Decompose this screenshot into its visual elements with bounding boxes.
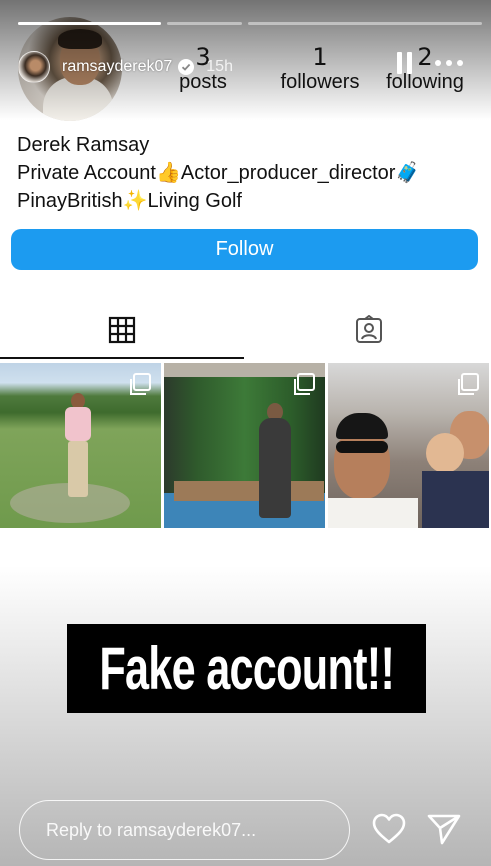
golf-photo[interactable]	[0, 363, 161, 528]
stat-followers-label: followers	[280, 71, 360, 93]
story-username[interactable]: ramsayderek07	[62, 58, 172, 76]
tagged-icon	[355, 315, 382, 343]
story-progress	[18, 22, 482, 25]
profile-bio: Derek Ramsay Private Account👍Actor_produ…	[17, 131, 420, 215]
bio-line: Private Account👍Actor_producer_director🧳	[17, 162, 421, 184]
tab-grid[interactable]	[0, 300, 244, 360]
active-tab-indicator	[0, 357, 244, 359]
fake-account-sticker: Fake account!!	[67, 624, 426, 713]
story-controls	[397, 52, 463, 74]
more-icon[interactable]	[435, 60, 463, 66]
profile-tabs	[0, 300, 491, 362]
photo-grid	[0, 363, 491, 528]
sticker-text: Fake account!!	[99, 635, 395, 702]
follow-button[interactable]: Follow	[11, 229, 478, 270]
multi-post-icon	[458, 373, 479, 395]
progress-segment	[18, 22, 161, 25]
reply-input[interactable]	[46, 819, 336, 841]
reply-field[interactable]	[19, 800, 350, 860]
stat-followers-count: 1	[312, 43, 328, 71]
stat-followers[interactable]: 1 followers	[265, 44, 375, 94]
progress-segment	[248, 22, 482, 25]
avatar[interactable]	[18, 51, 50, 83]
selfie-photo[interactable]	[328, 363, 489, 528]
multi-post-icon	[130, 373, 151, 395]
tab-tagged[interactable]	[246, 300, 491, 360]
plants-photo[interactable]	[164, 363, 325, 528]
story-time: 15h	[206, 58, 233, 75]
grid-icon	[108, 316, 136, 344]
multi-post-icon	[294, 373, 315, 395]
pause-icon[interactable]	[397, 52, 413, 74]
story-header: ramsayderek07 15h	[18, 50, 233, 84]
profile-name: Derek Ramsay	[17, 134, 150, 156]
heart-icon[interactable]	[371, 812, 407, 846]
bio-line: PinayBritish✨Living Golf	[17, 190, 242, 212]
send-icon[interactable]	[426, 812, 462, 846]
verified-icon	[178, 59, 195, 75]
progress-segment	[167, 22, 242, 25]
